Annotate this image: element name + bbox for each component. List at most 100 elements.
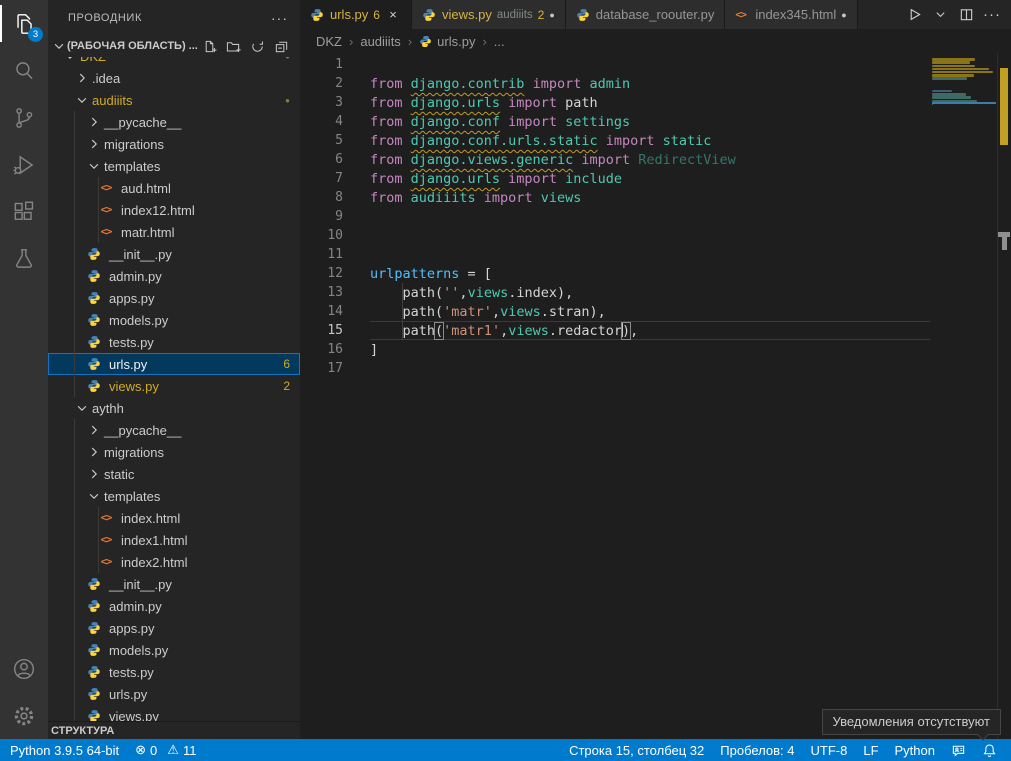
tree-file-urls.py[interactable]: urls.py6 <box>48 353 300 375</box>
code-line-content[interactable]: urlpatterns = [ <box>370 264 930 283</box>
code-line-content[interactable]: from audiiits import views <box>370 188 930 207</box>
code-line-content[interactable]: from django.conf.urls.static import stat… <box>370 131 930 150</box>
activity-item-search[interactable] <box>0 47 48 94</box>
tree-file-__init__.py[interactable]: __init__.py <box>48 573 300 595</box>
status-python-interpreter[interactable]: Python 3.9.5 64-bit <box>0 739 127 761</box>
indent-guide <box>74 353 75 375</box>
tab-index345.html[interactable]: <>index345.html● <box>725 0 857 29</box>
code-line-content[interactable]: path('matr',views.stran), <box>370 302 930 321</box>
code-line-content[interactable] <box>370 226 930 245</box>
code-line-content[interactable]: path('',views.index), <box>370 283 930 302</box>
tab-urls.py[interactable]: urls.py6× <box>300 0 412 29</box>
status-notifications[interactable] <box>974 739 1005 761</box>
tree-file-index12.html[interactable]: <>index12.html <box>48 199 300 221</box>
minimap-line <box>932 55 996 57</box>
status-problems[interactable]: ⊗0⚠11 <box>127 739 204 761</box>
tree-file-apps.py[interactable]: apps.py <box>48 287 300 309</box>
activity-item-source-control[interactable] <box>0 94 48 141</box>
chevron-down-icon[interactable] <box>929 4 951 26</box>
tree-folder-static[interactable]: static <box>48 463 300 485</box>
sidebar-more-icon[interactable]: ··· <box>271 10 288 26</box>
tree-folder-migrations[interactable]: migrations <box>48 441 300 463</box>
tree-file-views.py[interactable]: views.py <box>48 705 300 721</box>
tree-file-models.py[interactable]: models.py <box>48 309 300 331</box>
tree-file-index2.html[interactable]: <>index2.html <box>48 551 300 573</box>
tab-database_roouter.py[interactable]: database_roouter.py <box>566 0 726 29</box>
code-line-content[interactable] <box>370 207 930 226</box>
code-line-content[interactable]: from django.contrib import admin <box>370 74 930 93</box>
tree-file-index1.html[interactable]: <>index1.html <box>48 529 300 551</box>
tree-file-__init__.py[interactable]: __init__.py <box>48 243 300 265</box>
tree-folder-templates[interactable]: templates <box>48 155 300 177</box>
code-line-7: 7from django.urls import include <box>300 169 930 188</box>
tree-folder-templates[interactable]: templates <box>48 485 300 507</box>
tree-file-aud.html[interactable]: <>aud.html <box>48 177 300 199</box>
activity-item-settings[interactable] <box>0 692 48 739</box>
close-icon[interactable]: × <box>385 7 401 22</box>
problems-badge: 2 <box>283 379 300 393</box>
code-line-content[interactable]: from django.views.generic import Redirec… <box>370 150 930 169</box>
activity-item-run-and-debug[interactable] <box>0 141 48 188</box>
tree-folder-.idea[interactable]: .idea <box>48 67 300 89</box>
breadcrumb-item[interactable]: DKZ <box>316 34 342 49</box>
tree-folder-__pycache__[interactable]: __pycache__ <box>48 111 300 133</box>
tree-file-matr.html[interactable]: <>matr.html <box>48 221 300 243</box>
tree-file-tests.py[interactable]: tests.py <box>48 661 300 683</box>
tree-folder-audiiits[interactable]: audiiits● <box>48 89 300 111</box>
tree-folder-aythh[interactable]: aythh <box>48 397 300 419</box>
tree-file-tests.py[interactable]: tests.py <box>48 331 300 353</box>
scrollbar[interactable] <box>997 53 1011 739</box>
split-editor-icon[interactable] <box>955 4 977 26</box>
code-line-content[interactable]: from django.urls import path <box>370 93 930 112</box>
code-line-content[interactable]: from django.urls import include <box>370 169 930 188</box>
new-folder-icon[interactable] <box>224 37 242 55</box>
python-file-icon <box>86 357 102 371</box>
tree-file-index.html[interactable]: <>index.html <box>48 507 300 529</box>
play-icon[interactable] <box>903 4 925 26</box>
breadcrumb-item[interactable]: ... <box>494 34 505 49</box>
tree-file-views.py[interactable]: views.py2 <box>48 375 300 397</box>
workspace-section-header[interactable]: (РАБОЧАЯ ОБЛАСТЬ) ... <box>48 35 300 57</box>
tree-file-admin.py[interactable]: admin.py <box>48 595 300 617</box>
tree-file-apps.py[interactable]: apps.py <box>48 617 300 639</box>
minimap-current-line <box>932 102 996 104</box>
tab-views.py[interactable]: views.pyaudiiits2● <box>412 0 566 29</box>
code-line-content[interactable]: path('matr1',views.redactor), <box>370 321 930 340</box>
code-area[interactable]: 12from django.contrib import admin3from … <box>300 53 930 739</box>
new-file-icon[interactable] <box>200 37 218 55</box>
outline-section-header[interactable]: СТРУКТУРА <box>48 721 300 739</box>
code-line-content[interactable] <box>370 55 930 74</box>
activity-item-accounts[interactable] <box>0 645 48 692</box>
code-editor[interactable]: 12from django.contrib import admin3from … <box>300 53 1011 739</box>
minimap-line <box>932 81 996 83</box>
status-encoding[interactable]: UTF-8 <box>803 739 856 761</box>
tree-file-models.py[interactable]: models.py <box>48 639 300 661</box>
breadcrumb-item[interactable]: audiiits <box>360 34 400 49</box>
code-line-content[interactable] <box>370 359 930 378</box>
collapse-all-icon[interactable] <box>272 37 290 55</box>
activity-item-extensions[interactable] <box>0 188 48 235</box>
code-line-content[interactable]: from django.conf import settings <box>370 112 930 131</box>
status-cursor-position[interactable]: Строка 15, столбец 32 <box>559 739 712 761</box>
code-line-content[interactable]: ] <box>370 340 930 359</box>
minimap-line <box>932 61 970 63</box>
tree-folder-__pycache__[interactable]: __pycache__ <box>48 419 300 441</box>
minimap-line <box>932 93 966 95</box>
activity-item-testing[interactable] <box>0 235 48 282</box>
minimap[interactable] <box>932 55 996 109</box>
status-eol[interactable]: LF <box>855 739 886 761</box>
tree-folder-migrations[interactable]: migrations <box>48 133 300 155</box>
activity-item-explorer[interactable]: 3 <box>0 0 48 47</box>
tree-folder-DKZ[interactable]: DKZ● <box>48 57 300 67</box>
tree-file-urls.py[interactable]: urls.py <box>48 683 300 705</box>
status-feedback[interactable] <box>943 739 974 761</box>
breadcrumb-item[interactable]: urls.py <box>419 34 475 49</box>
code-line-4: 4from django.conf import settings <box>300 112 930 131</box>
tree-item-label: __init__.py <box>109 577 172 592</box>
ellipsis-icon[interactable]: ··· <box>981 4 1003 26</box>
status-language-mode[interactable]: Python <box>887 739 943 761</box>
status-indentation[interactable]: Пробелов: 4 <box>712 739 802 761</box>
code-line-content[interactable] <box>370 245 930 264</box>
refresh-icon[interactable] <box>248 37 266 55</box>
tree-file-admin.py[interactable]: admin.py <box>48 265 300 287</box>
